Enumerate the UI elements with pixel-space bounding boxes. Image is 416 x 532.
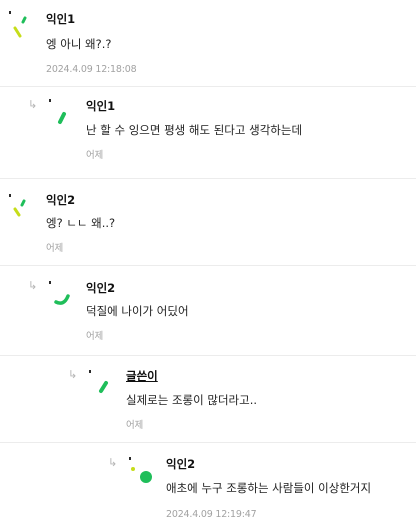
divider	[0, 178, 416, 179]
comment-author[interactable]: 익인2	[46, 193, 75, 207]
comment-timestamp: 2024.4.09 12:19:47	[166, 509, 257, 520]
avatar[interactable]	[128, 456, 158, 486]
comment-author[interactable]: 글쓴이	[126, 369, 158, 383]
divider	[0, 265, 416, 266]
comment-text: 실제로는 조롱이 많더라고..	[126, 393, 258, 407]
comment-text: 애초에 누구 조롱하는 사람들이 이상한거지	[166, 481, 372, 495]
avatar[interactable]	[48, 280, 78, 310]
reply-arrow-icon: ↳	[68, 368, 78, 381]
comment-text: 덕질에 나이가 어딨어	[86, 304, 189, 318]
reply-arrow-icon: ↳	[28, 98, 38, 111]
comment-author[interactable]: 익인2	[86, 281, 115, 295]
comment-author[interactable]: 익인2	[166, 457, 195, 471]
comment-author[interactable]: 익인1	[46, 12, 75, 26]
comment-timestamp: 2024.4.09 12:18:08	[46, 64, 137, 75]
comment-timestamp: 어제	[86, 150, 104, 161]
avatar[interactable]	[88, 369, 118, 399]
comment-timestamp: 어제	[126, 420, 144, 431]
comment-timestamp: 어제	[46, 243, 64, 254]
divider	[0, 355, 416, 356]
divider	[0, 442, 416, 443]
avatar[interactable]	[8, 193, 38, 223]
avatar[interactable]	[48, 98, 78, 128]
reply-arrow-icon: ↳	[108, 456, 118, 469]
divider	[0, 86, 416, 87]
reply-arrow-icon: ↳	[28, 279, 38, 292]
comment-text: 엥 아니 왜?.?	[46, 37, 112, 51]
avatar[interactable]	[8, 10, 38, 40]
comment-timestamp: 어제	[86, 331, 104, 342]
comment-text: 엥? ㄴㄴ 왜..?	[46, 216, 116, 230]
comment-text: 난 할 수 잉으면 평생 해도 된다고 생각하는데	[86, 123, 303, 137]
comment-author[interactable]: 익인1	[86, 99, 115, 113]
